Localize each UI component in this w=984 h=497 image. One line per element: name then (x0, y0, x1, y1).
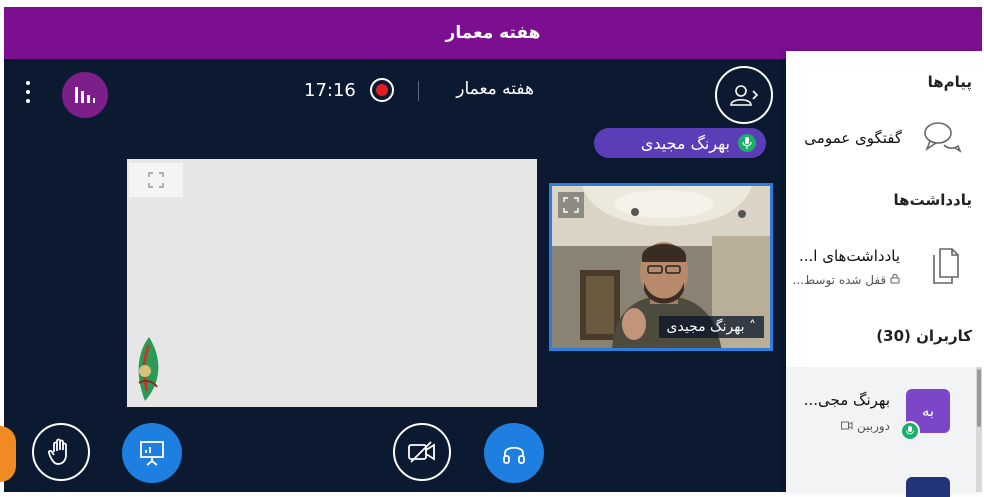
mic-icon (900, 421, 920, 441)
mic-icon (738, 134, 756, 152)
meeting-clock: 17:16 (304, 80, 356, 101)
notes-heading: یادداشت‌ها (893, 191, 972, 209)
talker-name: بهرنگ مجیدی (640, 133, 730, 153)
users-heading: کاربران (30) (876, 327, 972, 345)
chat-icon (924, 122, 962, 153)
public-chat-item[interactable]: گفتگوی عمومی (804, 129, 902, 147)
webcam-user-label[interactable]: ˄ بهرنگ مجیدی (658, 316, 764, 338)
user-status: دوربین (841, 419, 890, 433)
presentation-icon (140, 441, 164, 466)
video-toggle-button[interactable] (393, 423, 451, 481)
record-icon[interactable] (370, 78, 394, 102)
expand-icon[interactable] (558, 192, 584, 218)
current-talker-badge: بهرنگ مجیدی (594, 128, 766, 158)
app-root: هفته معمار 17:16 هفته معمار بهرنگ مجیدی (0, 0, 984, 497)
presentation-button[interactable] (122, 423, 182, 483)
title-separator (418, 81, 419, 101)
shared-notes-item[interactable]: یادداشت‌های ا... (799, 247, 900, 265)
camera-icon (841, 419, 853, 433)
document-icon (933, 248, 959, 284)
bar-chart-icon[interactable] (62, 72, 108, 118)
avatar[interactable] (906, 477, 950, 497)
hand-icon (48, 438, 67, 465)
raise-hand-button[interactable] (32, 423, 90, 481)
banner-title: هفته معمار (445, 23, 541, 43)
audio-button[interactable] (484, 423, 544, 483)
side-handle[interactable] (0, 426, 16, 482)
video-off-icon (408, 441, 435, 463)
expand-icon[interactable] (129, 163, 183, 197)
shared-notes-status: قفل شده توسط... (793, 273, 900, 287)
user-status-text: دوربین (856, 419, 890, 433)
meeting-name: هفته معمار (456, 79, 534, 99)
user-name: بهرنگ مجی... (803, 391, 890, 409)
conference-stage: 17:16 هفته معمار بهرنگ مجیدی ˄ بهرنگ مجی… (4, 59, 786, 492)
user-list: به بهرنگ مجی... دوربین (786, 367, 976, 497)
user-list-panel: پیام‌ها گفتگوی عمومی یادداشت‌ها یادداشت‌… (786, 51, 984, 497)
user-icon[interactable] (715, 66, 773, 124)
messages-heading: پیام‌ها (927, 73, 972, 91)
user-list-scrollbar[interactable] (976, 367, 982, 492)
presentation-area[interactable] (127, 159, 537, 407)
kebab-icon[interactable] (24, 81, 32, 103)
webcam-video[interactable]: ˄ بهرنگ مجیدی (549, 183, 773, 351)
lock-icon (886, 273, 900, 287)
shared-notes-status-text: قفل شده توسط... (792, 273, 887, 287)
headphones-icon (503, 446, 525, 464)
logo-image (138, 337, 159, 401)
